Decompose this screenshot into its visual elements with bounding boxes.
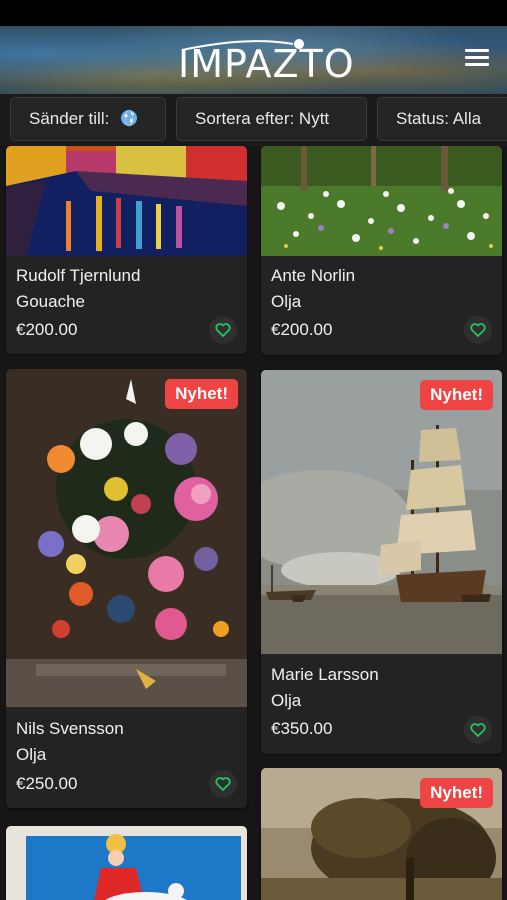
- app-header: IMPAZTO: [0, 26, 507, 94]
- globe-icon: [121, 109, 138, 127]
- artwork-card[interactable]: Nyhet! Marie Larsson Olja €350.00: [261, 370, 502, 754]
- artist-name[interactable]: Rudolf Tjernlund: [16, 263, 140, 289]
- artwork-image[interactable]: [261, 146, 502, 256]
- artwork-medium: Gouache: [16, 292, 85, 311]
- artwork-image[interactable]: [6, 369, 247, 707]
- heart-icon[interactable]: [209, 316, 237, 344]
- status-label: Status: Alla: [396, 109, 482, 128]
- new-badge: Nyhet!: [165, 379, 238, 409]
- artwork-price: €200.00: [16, 320, 78, 339]
- hamburger-menu-icon[interactable]: [465, 49, 489, 69]
- heart-icon[interactable]: [464, 316, 492, 344]
- sort-filter[interactable]: Sortera efter: Nytt: [176, 97, 367, 141]
- artwork-price: €200.00: [271, 320, 333, 339]
- artist-name[interactable]: Nils Svensson: [16, 716, 124, 742]
- artwork-card[interactable]: Rudolf Tjernlund Gouache €200.00: [6, 146, 247, 354]
- artwork-price: €250.00: [16, 774, 78, 793]
- ships-to-filter[interactable]: Sänder till:: [10, 97, 166, 141]
- artwork-card[interactable]: [6, 826, 247, 900]
- new-badge: Nyhet!: [420, 778, 493, 808]
- artwork-image[interactable]: [6, 826, 247, 900]
- app-logo[interactable]: IMPAZTO: [178, 42, 355, 86]
- artist-name[interactable]: Marie Larsson: [271, 662, 379, 688]
- artwork-price: €350.00: [271, 719, 333, 738]
- artist-name[interactable]: Ante Norlin: [271, 263, 355, 289]
- heart-icon[interactable]: [464, 716, 492, 744]
- artwork-medium: Olja: [16, 745, 47, 764]
- artwork-card[interactable]: Ante Norlin Olja €200.00: [261, 146, 502, 355]
- artwork-card[interactable]: Nyhet! Nils Svensson Olja €250.00: [6, 369, 247, 808]
- ships-to-label: Sänder till:: [29, 109, 110, 128]
- artwork-card[interactable]: Nyhet!: [261, 768, 502, 900]
- status-filter[interactable]: Status: Alla: [377, 97, 507, 141]
- filter-bar: Sänder till: Sortera efter: Nytt Status:…: [0, 94, 507, 146]
- status-bar: [0, 0, 507, 26]
- artwork-image[interactable]: [261, 370, 502, 654]
- artwork-medium: Olja: [271, 292, 302, 311]
- heart-icon[interactable]: [209, 770, 237, 798]
- sort-label: Sortera efter: Nytt: [195, 109, 330, 128]
- artwork-medium: Olja: [271, 691, 302, 710]
- artwork-image[interactable]: [6, 146, 247, 256]
- new-badge: Nyhet!: [420, 380, 493, 410]
